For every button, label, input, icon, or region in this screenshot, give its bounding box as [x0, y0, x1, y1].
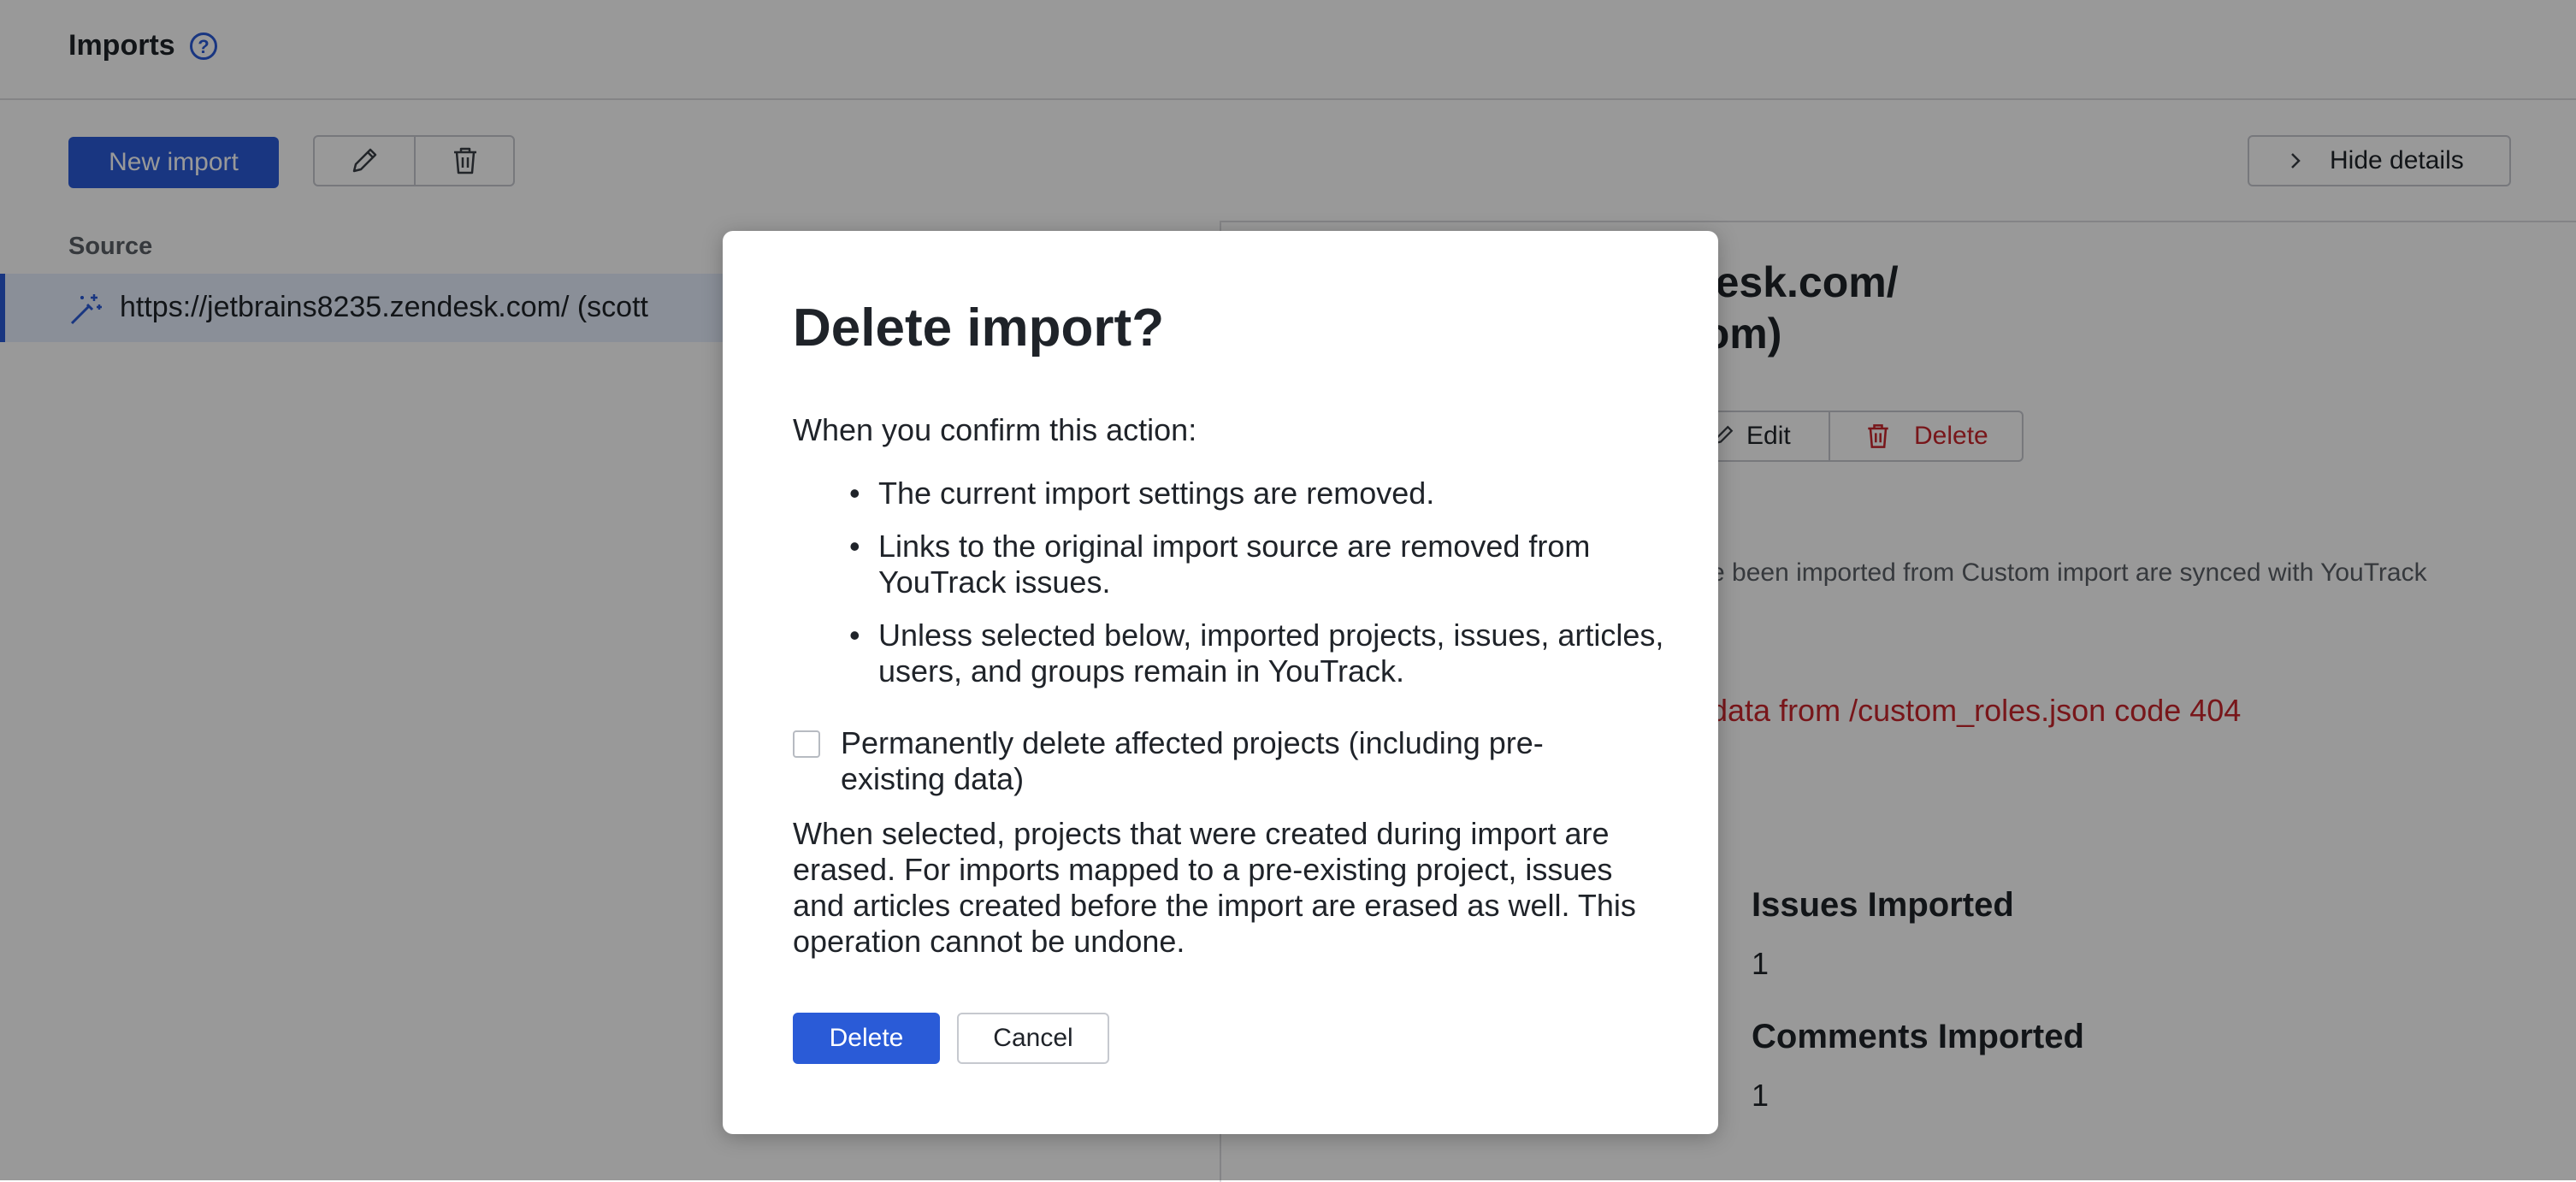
list-item: Links to the original import source are …: [793, 529, 1665, 600]
cancel-button[interactable]: Cancel: [957, 1013, 1109, 1064]
delete-import-dialog: Delete import? When you confirm this act…: [723, 231, 1718, 1134]
list-item: Unless selected below, imported projects…: [793, 618, 1665, 689]
list-item: The current import settings are removed.: [793, 476, 1665, 511]
permanent-delete-label[interactable]: Permanently delete affected projects (in…: [841, 725, 1636, 797]
dialog-intro: When you confirm this action:: [793, 412, 1197, 447]
permanent-delete-checkbox[interactable]: [793, 730, 820, 758]
confirm-delete-button[interactable]: Delete: [793, 1013, 940, 1064]
consequence-list: The current import settings are removed.…: [793, 476, 1665, 706]
dialog-note: When selected, projects that were create…: [793, 816, 1636, 959]
dialog-title: Delete import?: [793, 298, 1165, 358]
imports-page: Imports ? New import Hide details Source: [0, 0, 2576, 1182]
